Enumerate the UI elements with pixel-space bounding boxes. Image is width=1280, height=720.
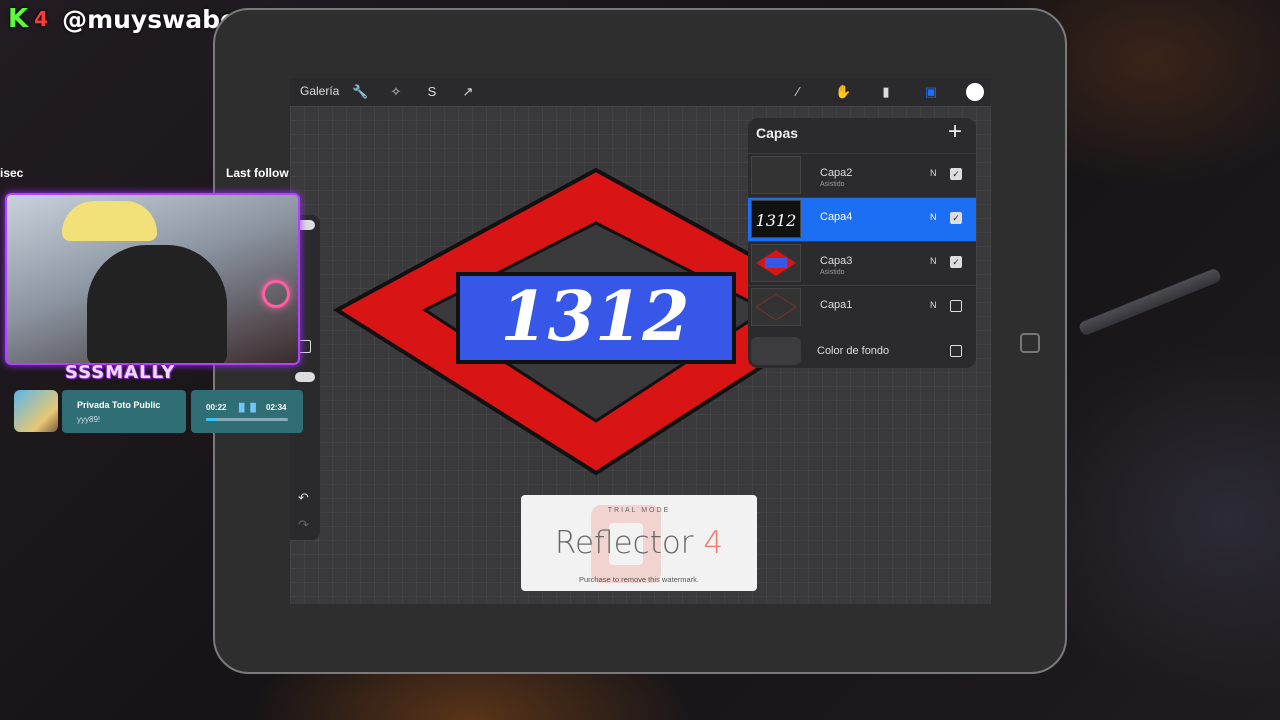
streamer-figure bbox=[87, 245, 227, 363]
visibility-checkbox[interactable]: ✓ bbox=[950, 256, 962, 268]
visibility-checkbox[interactable]: ✓ bbox=[950, 212, 962, 224]
visibility-checkbox[interactable]: ✓ bbox=[950, 168, 962, 180]
magic-wand-icon[interactable]: ✧ bbox=[388, 84, 404, 100]
layer-row[interactable]: 1312 Capa4 N ✓ bbox=[748, 197, 976, 241]
background-label: Color de fondo bbox=[817, 345, 890, 357]
blend-mode[interactable]: N bbox=[930, 168, 937, 178]
pikachu-hat bbox=[62, 201, 157, 241]
playback-card: 00:22 ▐▌▐▌ 02:34 bbox=[191, 390, 303, 433]
color-swatch-icon[interactable] bbox=[966, 83, 984, 101]
layer-thumbnail bbox=[751, 244, 801, 282]
gallery-button[interactable]: Galería bbox=[300, 84, 339, 98]
layer-name: Capa1 bbox=[820, 299, 853, 311]
background-color-row[interactable]: Color de fondo bbox=[748, 335, 976, 368]
trial-mode-label: TRIAL MODE bbox=[607, 507, 671, 514]
track-artist: yyy89! bbox=[77, 415, 101, 424]
blend-mode[interactable]: N bbox=[930, 256, 937, 266]
top-toolbar: Galería 🔧 ✧ S ↗ ∕ ✋ ▮ ▣ bbox=[290, 78, 991, 106]
layer-thumbnail bbox=[751, 156, 801, 194]
layer-name: Capa3 bbox=[820, 255, 853, 267]
home-button[interactable] bbox=[1020, 333, 1040, 353]
smudge-icon[interactable]: ✋ bbox=[835, 84, 851, 100]
layer-sub: Asistido bbox=[820, 181, 845, 188]
opacity-slider[interactable] bbox=[295, 372, 315, 382]
transform-arrow-icon[interactable]: ↗ bbox=[460, 84, 476, 100]
layers-title: Capas bbox=[756, 125, 799, 141]
redo-icon[interactable]: ↷ bbox=[298, 517, 309, 533]
layer-name: Capa4 bbox=[820, 211, 853, 223]
canvas-text: 1312 bbox=[500, 277, 689, 357]
layers-icon[interactable]: ▣ bbox=[923, 84, 939, 100]
album-art bbox=[14, 390, 58, 432]
svg-text:1312: 1312 bbox=[756, 211, 797, 230]
undo-icon[interactable]: ↶ bbox=[298, 490, 309, 506]
neon-light bbox=[262, 280, 290, 308]
thumb-text: 1312 bbox=[756, 211, 797, 230]
reflector-watermark: TRIAL MODE Reflector 4 Purchase to remov… bbox=[521, 495, 757, 591]
reflector-title: Reflector 4 bbox=[554, 525, 724, 561]
wrench-icon[interactable]: 🔧 bbox=[352, 84, 368, 100]
add-layer-button[interactable]: + bbox=[948, 118, 962, 146]
streamer-name: SSSMALLY bbox=[65, 362, 176, 383]
selection-icon[interactable]: S bbox=[424, 84, 440, 100]
layer-row[interactable]: Capa1 N bbox=[748, 285, 976, 329]
brush-icon[interactable]: ∕ bbox=[790, 84, 806, 100]
thumb-outline bbox=[755, 293, 797, 321]
layer-thumbnail bbox=[751, 288, 801, 326]
layer-row[interactable]: Capa2 Asistido N ✓ bbox=[748, 153, 976, 197]
progress-bar bbox=[206, 418, 288, 421]
track-title: Privada Toto Public bbox=[77, 400, 161, 410]
layer-sub: Asistido bbox=[820, 269, 845, 276]
layers-panel: Capas + Capa2 Asistido N ✓ 1312 Capa4 N … bbox=[748, 118, 976, 368]
visibility-checkbox[interactable] bbox=[950, 345, 962, 357]
progress-fill bbox=[206, 418, 218, 421]
visibility-checkbox[interactable] bbox=[950, 300, 962, 312]
webcam-frame bbox=[5, 193, 300, 365]
layer-thumbnail: 1312 bbox=[751, 200, 801, 238]
layer-name: Capa2 bbox=[820, 167, 853, 179]
elapsed-time: 00:22 bbox=[206, 403, 227, 412]
blend-mode[interactable]: N bbox=[930, 300, 937, 310]
layer-row[interactable]: Capa3 Asistido N ✓ bbox=[748, 241, 976, 285]
eraser-icon[interactable]: ▮ bbox=[878, 84, 894, 100]
now-playing-card: Privada Toto Public yyy89! bbox=[62, 390, 186, 433]
duration-time: 02:34 bbox=[266, 403, 287, 412]
watermark-subtext: Purchase to remove this watermark. bbox=[578, 575, 700, 584]
k-logo: K bbox=[8, 4, 29, 34]
blend-mode[interactable]: N bbox=[930, 212, 937, 222]
k-number: 4 bbox=[34, 7, 49, 31]
equalizer-icon: ▐▌▐▌ bbox=[236, 403, 259, 412]
thumb-diamond bbox=[756, 250, 796, 276]
last-follow-label: Last follow bbox=[226, 166, 289, 180]
sec-label: isec bbox=[0, 166, 24, 180]
background-swatch bbox=[751, 337, 801, 365]
